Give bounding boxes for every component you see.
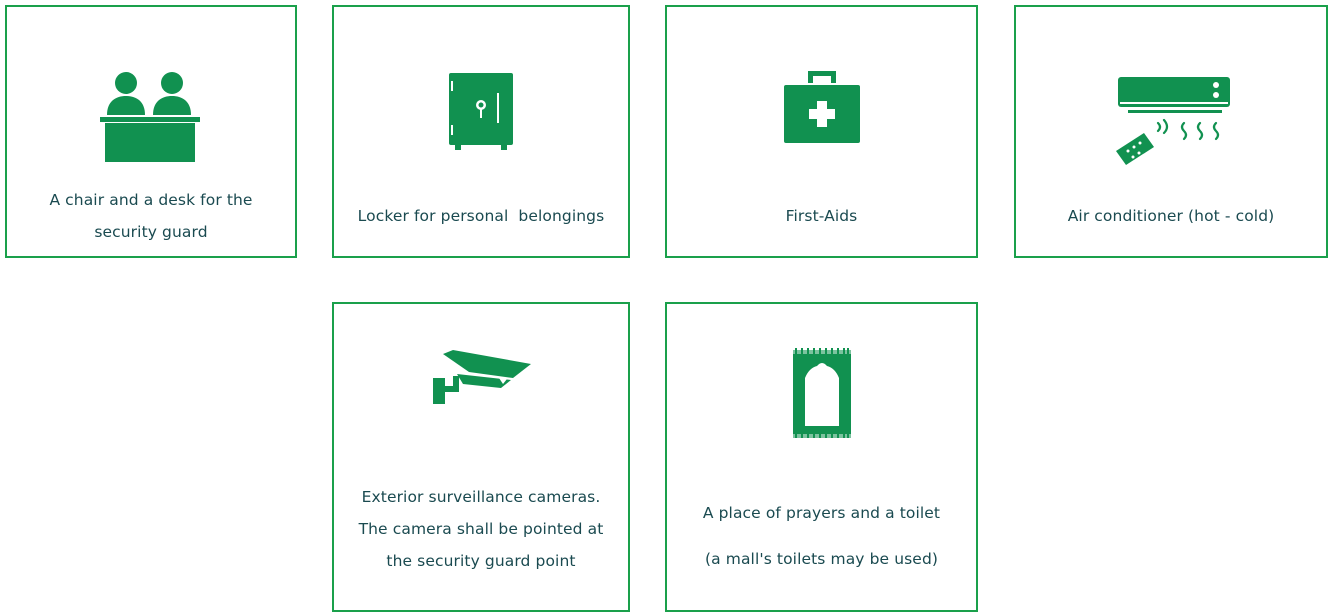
feature-card-first-aid: First-Aids <box>665 5 978 258</box>
feature-card-security-desk: A chair and a desk for the security guar… <box>5 5 297 258</box>
first-aid-kit-icon <box>783 71 860 143</box>
surveillance-camera-icon <box>433 350 531 404</box>
prayer-rug-icon <box>792 348 851 438</box>
caption-line: security guard <box>94 223 208 241</box>
caption-line: Air conditioner (hot - cold) <box>1067 207 1275 225</box>
feature-caption: First-Aids <box>675 200 968 232</box>
feature-caption: Exterior surveillance cameras. The camer… <box>342 481 620 577</box>
feature-caption: A place of prayers and a toilet (a mall'… <box>675 490 968 582</box>
security-desk-icon <box>100 72 200 162</box>
caption-line: The camera shall be pointed at <box>358 520 604 538</box>
caption-line: (a mall's toilets may be used) <box>704 550 939 568</box>
caption-line: First-Aids <box>785 207 858 225</box>
feature-card-prayer-place: A place of prayers and a toilet (a mall'… <box>665 302 978 612</box>
caption-line: the security guard point <box>386 552 576 570</box>
caption-line: Locker for personal belongings <box>357 207 605 225</box>
feature-card-locker: Locker for personal belongings <box>332 5 630 258</box>
feature-card-surveillance-camera: Exterior surveillance cameras. The camer… <box>332 302 630 612</box>
caption-line: A place of prayers and a toilet <box>702 504 941 522</box>
air-conditioner-icon <box>1116 77 1230 165</box>
feature-card-air-conditioner: Air conditioner (hot - cold) <box>1014 5 1328 258</box>
feature-caption: A chair and a desk for the security guar… <box>15 184 287 248</box>
feature-caption: Locker for personal belongings <box>342 200 620 232</box>
feature-caption: Air conditioner (hot - cold) <box>1024 200 1318 232</box>
caption-line: A chair and a desk for the <box>49 191 253 209</box>
caption-line: Exterior surveillance cameras. <box>361 488 601 506</box>
locker-icon <box>449 73 513 150</box>
